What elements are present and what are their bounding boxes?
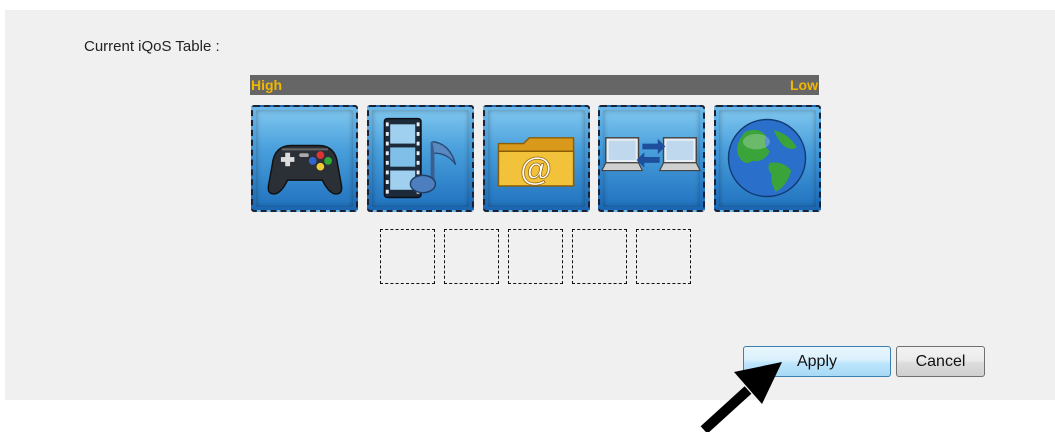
email-folder-icon: @ bbox=[497, 137, 575, 188]
empty-slot-3[interactable] bbox=[508, 229, 563, 284]
cancel-button[interactable]: Cancel bbox=[896, 346, 985, 377]
pointer-arrow-icon bbox=[700, 362, 782, 432]
empty-slot-4[interactable] bbox=[572, 229, 627, 284]
empty-slot-2[interactable] bbox=[444, 229, 499, 284]
iqos-slot-4[interactable] bbox=[598, 105, 705, 212]
priority-bar: High Low bbox=[250, 75, 819, 95]
priority-high-label: High bbox=[251, 77, 283, 93]
iqos-slot-3[interactable]: @ bbox=[483, 105, 590, 212]
iqos-slot-1[interactable] bbox=[251, 105, 358, 212]
iqos-table-label: Current iQoS Table : bbox=[84, 38, 220, 55]
iqos-slot-2[interactable] bbox=[367, 105, 474, 212]
computer-transfer-icon bbox=[600, 137, 702, 172]
gamepad-icon bbox=[267, 144, 343, 195]
empty-slot-1[interactable] bbox=[380, 229, 435, 284]
film-music-icon bbox=[383, 117, 457, 199]
priority-low-label: Low bbox=[790, 77, 818, 93]
globe-icon bbox=[727, 118, 807, 198]
iqos-slot-5[interactable] bbox=[714, 105, 821, 212]
svg-text:@: @ bbox=[520, 150, 552, 187]
empty-slot-5[interactable] bbox=[636, 229, 691, 284]
